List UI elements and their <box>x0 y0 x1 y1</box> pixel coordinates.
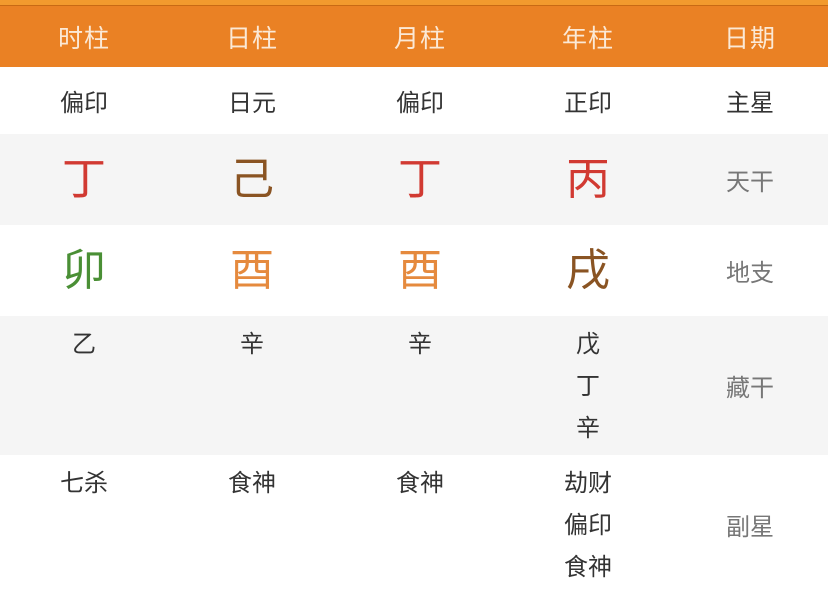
header-year-pillar: 年柱 <box>561 23 614 53</box>
stack-item: 食神 <box>228 469 276 497</box>
hidden-stems-hour: 乙 <box>0 316 168 455</box>
stack-item: 辛 <box>576 414 600 442</box>
sub-stars-month: 食神 <box>336 455 504 593</box>
stack-item: 食神 <box>396 469 444 497</box>
main-star-day: 日元 <box>228 89 276 117</box>
stack-item: 乙 <box>72 330 96 358</box>
header-day-pillar: 日柱 <box>225 23 278 53</box>
header-month-pillar: 月柱 <box>393 23 446 53</box>
row-label-sub-stars: 副星 <box>726 512 774 541</box>
hidden-stems-month: 辛 <box>336 316 504 455</box>
heavenly-stem-month: 丁 <box>398 153 442 205</box>
stack-item: 七杀 <box>60 469 108 497</box>
row-heavenly-stem: 丁 己 丁 丙 天干 <box>0 134 828 225</box>
heavenly-stem-hour: 丁 <box>62 153 106 205</box>
main-star-hour: 偏印 <box>60 89 108 117</box>
stack-item: 戊 <box>576 330 600 358</box>
earthly-branch-year: 戌 <box>566 244 610 296</box>
hidden-stems-day: 辛 <box>168 316 336 455</box>
row-label-earthly-branch: 地支 <box>726 259 774 287</box>
heavenly-stem-day: 己 <box>230 153 274 205</box>
earthly-branch-day: 酉 <box>230 244 274 296</box>
heavenly-stem-year: 丙 <box>566 153 610 205</box>
header-date: 日期 <box>723 23 776 53</box>
table-header: 时柱 日柱 月柱 年柱 日期 <box>0 6 828 67</box>
main-star-year: 正印 <box>564 89 612 117</box>
sub-stars-day: 食神 <box>168 455 336 593</box>
stack-item: 劫财 <box>564 469 612 497</box>
row-sub-stars: 七杀 食神 食神 劫财 偏印 食神 副星 <box>0 455 828 588</box>
row-label-heavenly-stem: 天干 <box>726 168 774 196</box>
row-earthly-branch: 卯 酉 酉 戌 地支 <box>0 225 828 316</box>
stack-item: 辛 <box>240 330 264 358</box>
row-label-main-star: 主星 <box>726 89 774 117</box>
main-star-month: 偏印 <box>396 89 444 117</box>
earthly-branch-month: 酉 <box>398 244 442 296</box>
row-hidden-stems: 乙 辛 辛 戊丁辛 藏干 <box>0 316 828 455</box>
stack-item: 丁 <box>576 372 600 400</box>
stack-item: 辛 <box>408 330 432 358</box>
sub-stars-year: 劫财 偏印 食神 <box>504 455 672 593</box>
sub-stars-hour: 七杀 <box>0 455 168 593</box>
earthly-branch-hour: 卯 <box>62 244 106 296</box>
row-main-star: 偏印 日元 偏印 正印 主星 <box>0 67 828 134</box>
stack-item: 偏印 <box>564 511 612 539</box>
row-label-hidden-stems: 藏干 <box>726 374 774 402</box>
header-hour-pillar: 时柱 <box>57 23 110 53</box>
hidden-stems-year: 戊丁辛 <box>504 316 672 455</box>
